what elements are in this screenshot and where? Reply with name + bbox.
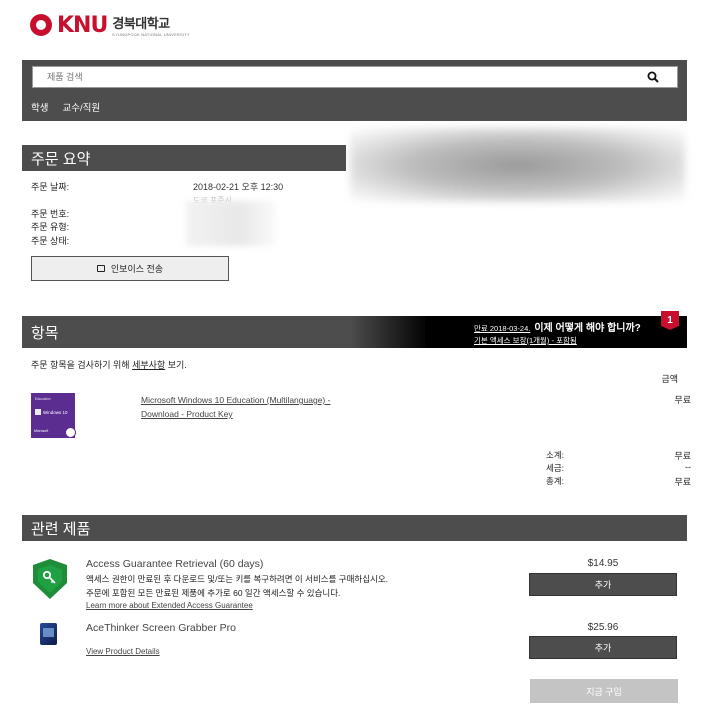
seal-icon: [30, 14, 52, 36]
send-invoice-button[interactable]: 인보이스 전송: [31, 256, 229, 281]
redacted-area: [350, 128, 685, 202]
extended-access-link[interactable]: Learn more about Extended Access Guarant…: [86, 601, 253, 610]
key-icon: [42, 570, 56, 584]
info-prefix: 주문 항목을 검사하기 위해: [31, 360, 133, 370]
order-type-label: 주문 유형:: [31, 222, 70, 232]
related-products-heading: 관련 제품: [22, 515, 687, 541]
order-date-label: 주문 날짜:: [31, 182, 70, 192]
box-edition: Education: [35, 397, 51, 401]
total-value: 무료: [674, 477, 691, 487]
download-icon: [65, 427, 76, 438]
order-number-label: 주문 번호:: [31, 209, 70, 219]
promo-fade: [350, 316, 430, 348]
redacted-order-values: [186, 201, 276, 246]
search-input[interactable]: [33, 67, 633, 87]
windows-10-product-image[interactable]: Education Windows 10 Microsoft: [31, 393, 76, 438]
product-name-link[interactable]: Microsoft Windows 10 Education (Multilan…: [141, 393, 356, 421]
logo-korean: 경북대학교: [112, 16, 170, 31]
related-product-price: $14.95: [587, 558, 619, 569]
related-product-title: AceThinker Screen Grabber Pro: [86, 622, 236, 634]
windows-logo-icon: [35, 409, 41, 415]
order-status-label: 주문 상태:: [31, 236, 70, 246]
info-suffix: 보기.: [165, 360, 187, 370]
related-product-desc: 주문에 포함된 모든 만료된 제품에 추가로 60 일간 액세스할 수 있습니다…: [86, 588, 341, 598]
related-product-desc: 액세스 권한이 만료된 후 다운로드 및/또는 키를 복구하려면 이 서비스를 …: [86, 574, 389, 584]
promo-line: 만료 2018-03-24. 이제 어떻게 해야 합니까?: [474, 319, 641, 334]
tax-value: --: [685, 462, 691, 472]
product-amount: 무료: [674, 395, 691, 405]
add-screen-grabber-button[interactable]: 추가: [529, 636, 677, 659]
order-date-value: 2018-02-21 오후 12:30: [193, 182, 284, 192]
total-label: 총계:: [546, 476, 565, 486]
buy-now-button[interactable]: 지금 구입: [530, 679, 678, 703]
search-icon[interactable]: [647, 71, 659, 83]
tax-label: 세금:: [546, 463, 565, 473]
invoice-icon: [96, 265, 105, 272]
logo-english: KYUNGPOOK NATIONAL UNIVERSITY: [112, 32, 190, 37]
logo-text: 경북대학교 KYUNGPOOK NATIONAL UNIVERSITY: [112, 13, 189, 37]
order-summary-heading: 주문 요약: [22, 145, 346, 171]
view-product-details-link[interactable]: View Product Details: [86, 647, 160, 656]
subtotal-value: 무료: [674, 451, 691, 461]
nav-menu: 학생 교수/직원: [31, 100, 100, 114]
box-title: Windows 10: [43, 410, 68, 415]
logo-brand: KNU: [57, 12, 108, 38]
nav-item-students[interactable]: 학생: [31, 100, 48, 114]
subtotal-label: 소계:: [546, 450, 565, 460]
top-bar: 학생 교수/직원: [22, 60, 687, 121]
send-invoice-label: 인보이스 전송: [110, 264, 164, 274]
details-link[interactable]: 세부사항: [132, 360, 165, 370]
search-box: [32, 66, 678, 88]
screen-grabber-box-icon: [40, 623, 57, 645]
add-access-guarantee-button[interactable]: 추가: [529, 573, 677, 596]
items-info-text: 주문 항목을 검사하기 위해 세부사항 보기.: [31, 358, 187, 371]
related-product-price: $25.96: [587, 622, 619, 633]
amount-column-header: 금액: [661, 374, 678, 384]
university-logo[interactable]: KNU 경북대학교 KYUNGPOOK NATIONAL UNIVERSITY: [30, 10, 190, 40]
promo-access-link[interactable]: 기본 액세스 보장(1개월) - 포함됨: [474, 335, 577, 346]
promo-question[interactable]: 이제 어떻게 해야 합니까?: [534, 319, 640, 334]
box-brand: Microsoft: [34, 429, 49, 433]
related-product-title: Access Guarantee Retrieval (60 days): [86, 558, 264, 570]
nav-item-faculty-staff[interactable]: 교수/직원: [62, 100, 100, 114]
promo-expiry-link[interactable]: 만료 2018-03-24.: [474, 323, 530, 334]
